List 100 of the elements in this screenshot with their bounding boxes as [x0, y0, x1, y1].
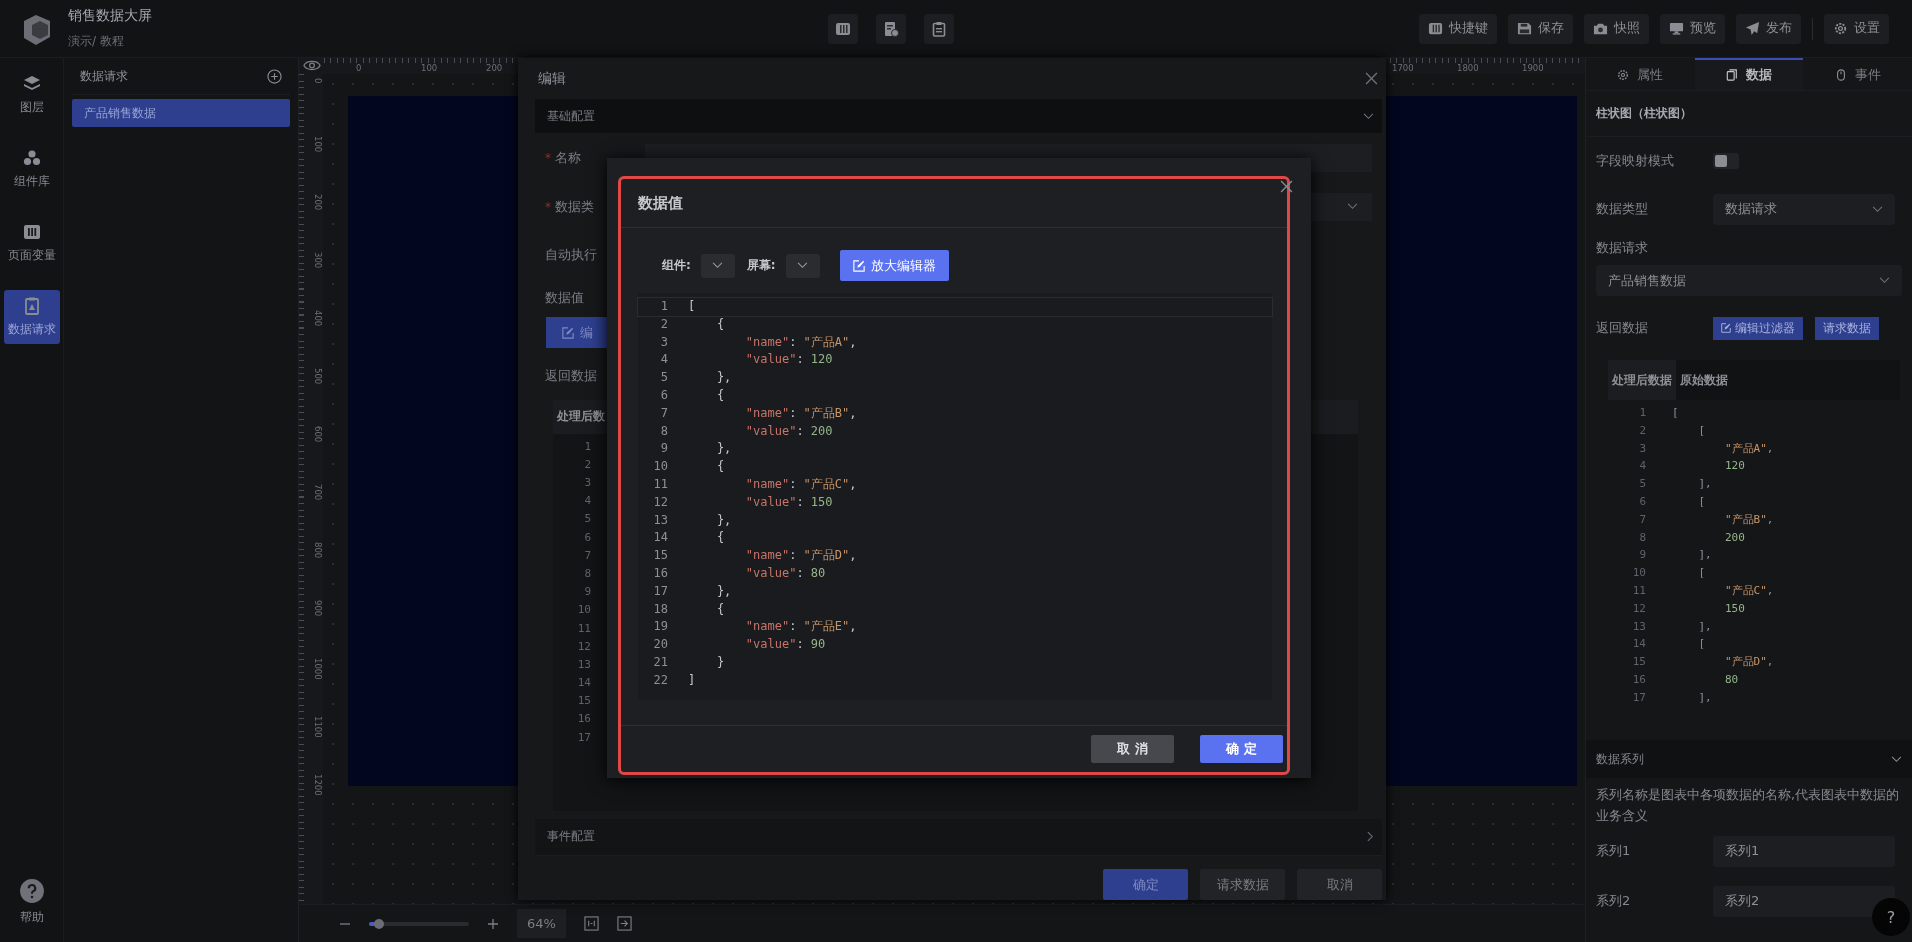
- toolbar-button[interactable]: 设置: [1824, 13, 1889, 44]
- action-button[interactable]: 编辑过滤器: [1713, 316, 1803, 340]
- line-number: 18: [652, 600, 668, 618]
- settings-icon: [1617, 69, 1630, 81]
- zoom-slider[interactable]: [369, 921, 469, 926]
- ruler-label: 700: [312, 484, 323, 503]
- list-item[interactable]: 产品销售数据: [72, 99, 290, 127]
- input-field[interactable]: 系列1: [1713, 835, 1895, 867]
- help-button[interactable]: 帮助: [3, 872, 60, 932]
- code-line: "产品B",: [1724, 511, 1774, 528]
- ruler-label: 1000: [312, 658, 323, 682]
- toolbar-button[interactable]: [924, 13, 954, 44]
- description: 系列名称是图表中各项数据的名称,代表图表中数据的业务含义: [1596, 786, 1900, 825]
- line-number: 16: [577, 711, 591, 728]
- section-header[interactable]: 数据系列: [1586, 740, 1912, 778]
- fit-icon[interactable]: [583, 916, 599, 931]
- ruler-label: 100: [420, 62, 439, 74]
- required-mark: *: [545, 150, 551, 165]
- confirm-button[interactable]: 确 定: [1200, 735, 1283, 763]
- line-number: 8: [659, 422, 668, 440]
- action-button[interactable]: 请求数据: [1815, 316, 1879, 340]
- line-number: 15: [1631, 654, 1646, 671]
- required-mark: *: [545, 199, 551, 214]
- line-number: 4: [584, 493, 591, 510]
- code-line: [: [687, 298, 696, 315]
- toolbar-button[interactable]: 快照: [1584, 13, 1649, 44]
- toolbar-button[interactable]: 发布: [1736, 13, 1801, 44]
- section-header[interactable]: 基础配置: [535, 99, 1382, 134]
- code-line: "产品D",: [1724, 654, 1774, 671]
- code-line: {: [715, 600, 725, 618]
- toolbar-button[interactable]: 快捷键: [1419, 13, 1497, 44]
- line-number: 13: [652, 511, 668, 529]
- toolbar-button[interactable]: 保存: [1508, 13, 1573, 44]
- tab[interactable]: 处理后数据: [1608, 360, 1676, 400]
- field-label: 系列1: [1596, 842, 1632, 860]
- tab[interactable]: 数据: [1694, 58, 1804, 90]
- line-number: 2: [1638, 422, 1646, 439]
- app-title: 销售数据大屏: [68, 7, 152, 25]
- line-number: 8: [1638, 529, 1646, 546]
- sidebar-item[interactable]: 数据请求: [3, 290, 60, 344]
- ruler-label: 800: [312, 542, 323, 561]
- select-field[interactable]: [785, 253, 820, 278]
- action-button[interactable]: 请求数据: [1200, 869, 1285, 900]
- sidebar-item[interactable]: 图层: [3, 68, 60, 122]
- exit-icon[interactable]: [616, 916, 632, 931]
- code-line: [: [1671, 405, 1679, 421]
- chevron-down-icon: [1891, 755, 1902, 763]
- toolbar-button[interactable]: [828, 13, 858, 44]
- line-number: 17: [652, 582, 668, 600]
- add-icon[interactable]: [267, 68, 282, 84]
- expand-editor-button[interactable]: 放大编辑器: [839, 250, 949, 281]
- tab[interactable]: 原始数据: [1676, 360, 1732, 400]
- section-header[interactable]: 事件配置: [535, 818, 1382, 856]
- toolbar-button[interactable]: 预览: [1660, 13, 1725, 44]
- line-number: 19: [652, 618, 668, 636]
- line-number: 9: [584, 584, 591, 601]
- zoom-in-icon[interactable]: [487, 917, 499, 930]
- code-line: "name": "产品B",: [744, 404, 857, 422]
- field-label: 数据请求: [1595, 239, 1649, 257]
- select-field[interactable]: 数据请求: [1713, 193, 1895, 225]
- field-label: 字段映射模式: [1596, 152, 1675, 170]
- line-number: 21: [652, 653, 668, 671]
- sidebar-item[interactable]: 组件库: [3, 142, 60, 196]
- cancel-button[interactable]: 取 消: [1091, 735, 1174, 763]
- sidebar-item[interactable]: 页面变量: [3, 216, 60, 270]
- ruler-label: 1900: [1521, 62, 1545, 74]
- close-icon[interactable]: [1365, 72, 1378, 86]
- code-line: }: [715, 653, 725, 671]
- action-button[interactable]: 取消: [1297, 869, 1382, 900]
- toolbar-button[interactable]: [876, 13, 906, 44]
- field-label: 数据类型: [1596, 200, 1649, 218]
- chevron-down-icon: [1872, 205, 1883, 213]
- line-number: 4: [1638, 458, 1646, 475]
- code-line: "产品A",: [1724, 440, 1774, 457]
- component-title: 柱状图（柱状图）: [1596, 105, 1692, 122]
- code-line: [: [1697, 494, 1706, 510]
- line-number: 15: [652, 547, 668, 565]
- ruler-label: 1100: [312, 716, 323, 740]
- close-icon[interactable]: [1280, 180, 1293, 193]
- tab[interactable]: 事件: [1803, 58, 1912, 90]
- field-label: 系列2: [1596, 892, 1632, 910]
- chevron-right-icon: [1367, 831, 1374, 843]
- eye-icon[interactable]: [303, 59, 321, 72]
- select-field[interactable]: 产品销售数据: [1596, 265, 1902, 296]
- line-number: 12: [1631, 600, 1646, 617]
- line-number: 6: [584, 529, 591, 546]
- code-line: "value": 150: [744, 493, 833, 511]
- tab[interactable]: 属性: [1586, 58, 1695, 90]
- result-tab[interactable]: 处理后数: [553, 408, 605, 426]
- code-line: 80: [1724, 671, 1739, 688]
- code-line: "产品C",: [1724, 582, 1774, 599]
- line-number: 10: [1631, 565, 1646, 582]
- chevron-down-icon: [712, 262, 724, 269]
- ruler-label: 100: [312, 136, 323, 155]
- zoom-value[interactable]: 64%: [517, 909, 566, 938]
- section-title: 数据系列: [1596, 750, 1644, 768]
- code-line: ],: [1697, 476, 1712, 493]
- toggle-switch[interactable]: [1713, 153, 1739, 169]
- select-field[interactable]: [700, 253, 735, 278]
- confirm-button[interactable]: 确定: [1103, 869, 1188, 900]
